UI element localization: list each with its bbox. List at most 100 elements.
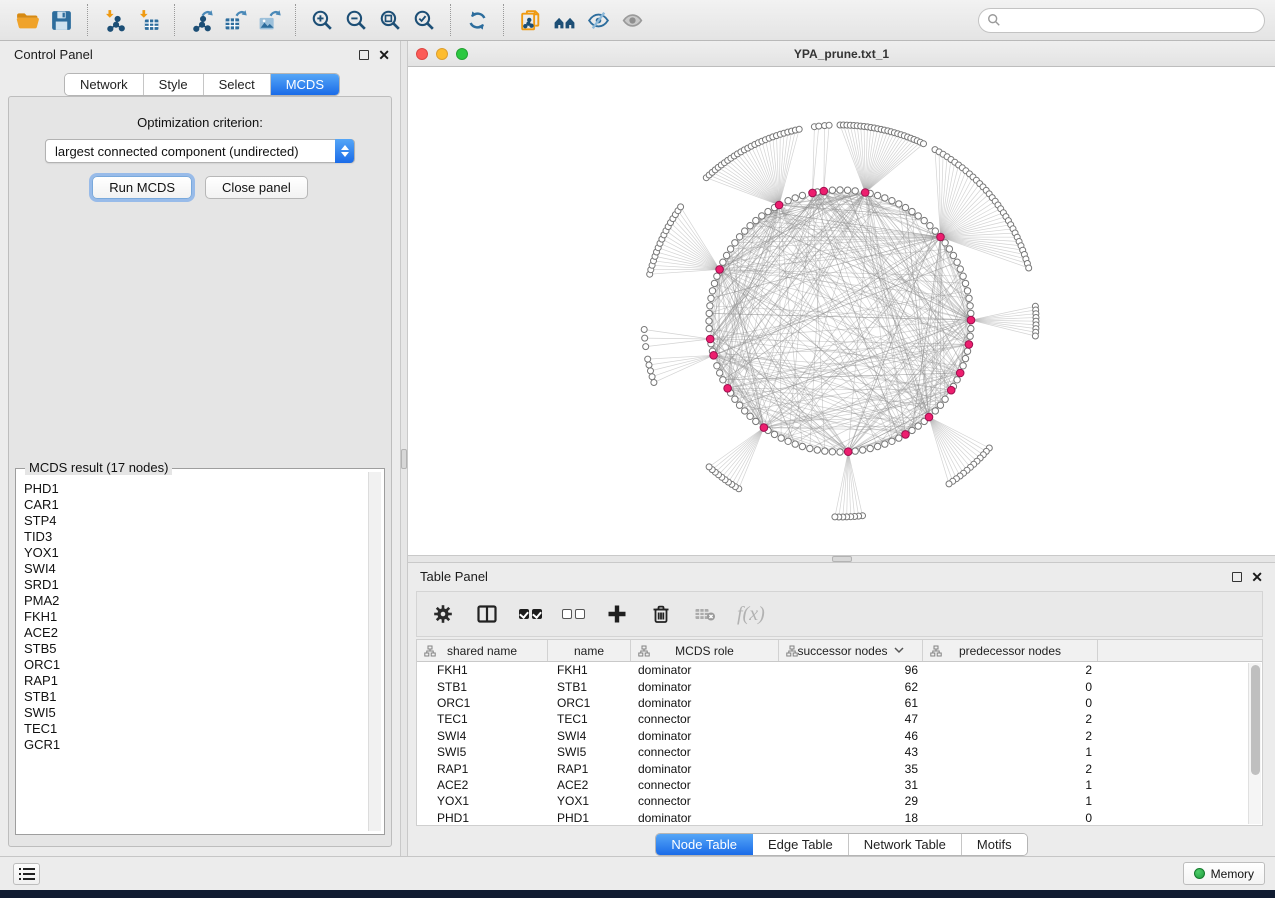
export-table-button[interactable] — [218, 3, 252, 37]
table-row[interactable]: SWI4SWI4dominator462 — [417, 728, 1262, 744]
run-mcds-button[interactable]: Run MCDS — [92, 176, 192, 199]
table-row[interactable]: STB1STB1dominator620 — [417, 678, 1262, 694]
tab-select[interactable]: Select — [204, 74, 271, 95]
add-column-button[interactable] — [605, 602, 629, 626]
select-all-columns-button[interactable] — [519, 609, 542, 619]
unselect-all-columns-button[interactable] — [562, 609, 585, 619]
column-header-predecessor-nodes[interactable]: predecessor nodes — [923, 640, 1098, 661]
open-file-button[interactable] — [10, 3, 44, 37]
mcds-result-item[interactable]: SWI4 — [24, 561, 368, 577]
split-pane-button[interactable] — [475, 602, 499, 626]
mcds-result-item[interactable]: STP4 — [24, 513, 368, 529]
network-window-titlebar: YPA_prune.txt_1 — [408, 41, 1275, 67]
checked-checkbox-icon — [532, 609, 542, 619]
table-scrollbar[interactable] — [1248, 663, 1261, 824]
table-row[interactable]: YOX1YOX1connector291 — [417, 793, 1262, 809]
close-panel-icon[interactable]: ✕ — [1251, 572, 1263, 582]
import-table-button[interactable] — [131, 3, 165, 37]
import-network-button[interactable] — [97, 3, 131, 37]
table-row[interactable]: ACE2ACE2connector311 — [417, 777, 1262, 793]
splitter-handle[interactable] — [401, 449, 407, 469]
mcds-result-item[interactable]: RAP1 — [24, 673, 368, 689]
float-panel-icon[interactable] — [1232, 572, 1242, 582]
table-cell: YOX1 — [548, 794, 631, 808]
zoom-out-button[interactable] — [339, 3, 373, 37]
tab-motifs[interactable]: Motifs — [962, 834, 1027, 855]
zoom-fit-icon — [378, 8, 403, 33]
mcds-result-item[interactable]: TID3 — [24, 529, 368, 545]
tab-node-table[interactable]: Node Table — [656, 834, 753, 855]
mcds-result-item[interactable]: YOX1 — [24, 545, 368, 561]
mcds-result-item[interactable]: ORC1 — [24, 657, 368, 673]
clone-network-button[interactable] — [513, 3, 547, 37]
mcds-result-item[interactable]: STB1 — [24, 689, 368, 705]
show-all-button[interactable] — [615, 3, 649, 37]
zoom-in-button[interactable] — [305, 3, 339, 37]
zoom-fit-button[interactable] — [373, 3, 407, 37]
export-network-button[interactable] — [184, 3, 218, 37]
close-panel-button[interactable]: Close panel — [205, 176, 308, 199]
mcds-tab-content: Optimization criterion: largest connecte… — [8, 96, 392, 847]
mcds-result-item[interactable]: PMA2 — [24, 593, 368, 609]
float-panel-icon[interactable] — [359, 50, 369, 60]
hide-selected-button[interactable] — [581, 3, 615, 37]
mcds-result-item[interactable]: PHD1 — [24, 481, 368, 497]
mcds-result-item[interactable]: CAR1 — [24, 497, 368, 513]
mcds-result-item[interactable]: STB5 — [24, 641, 368, 657]
refresh-button[interactable] — [460, 3, 494, 37]
close-panel-icon[interactable]: ✕ — [378, 50, 390, 60]
mcds-result-item[interactable]: FKH1 — [24, 609, 368, 625]
splitter-handle[interactable] — [832, 556, 852, 562]
node-table: shared name name MCDS role successor nod… — [416, 639, 1263, 826]
delete-table-icon — [693, 602, 717, 626]
table-cell: 18 — [779, 811, 923, 825]
close-window-button[interactable] — [416, 48, 428, 60]
export-image-button[interactable] — [252, 3, 286, 37]
mcds-result-item[interactable]: SRD1 — [24, 577, 368, 593]
memory-button[interactable]: Memory — [1183, 862, 1265, 885]
open-folder-icon — [15, 8, 40, 33]
table-row[interactable]: FKH1FKH1dominator962 — [417, 662, 1262, 678]
mcds-result-item[interactable]: SWI5 — [24, 705, 368, 721]
table-cell: 0 — [923, 680, 1098, 694]
table-cell: 2 — [923, 712, 1098, 726]
maximize-window-button[interactable] — [456, 48, 468, 60]
zoom-selected-button[interactable] — [407, 3, 441, 37]
search-documents-button[interactable] — [547, 3, 581, 37]
network-view-canvas[interactable] — [408, 67, 1275, 555]
mcds-result-item[interactable]: GCR1 — [24, 737, 368, 753]
control-panel-tabs: Network Style Select MCDS — [4, 73, 400, 96]
table-row[interactable]: TEC1TEC1connector472 — [417, 711, 1262, 727]
tab-edge-table[interactable]: Edge Table — [753, 834, 849, 855]
table-cell: RAP1 — [417, 762, 548, 776]
table-settings-button[interactable] — [431, 602, 455, 626]
unchecked-checkbox-icon — [575, 609, 585, 619]
search-input[interactable] — [978, 8, 1265, 33]
horizontal-splitter[interactable] — [408, 555, 1275, 563]
delete-columns-button[interactable] — [649, 602, 673, 626]
column-header-mcds-role[interactable]: MCDS role — [631, 640, 779, 661]
table-cell: TEC1 — [548, 712, 631, 726]
vertical-splitter[interactable] — [400, 41, 408, 856]
tab-network[interactable]: Network — [65, 74, 144, 95]
table-row[interactable]: PHD1PHD1dominator180 — [417, 810, 1262, 826]
column-header-successor-nodes[interactable]: successor nodes — [779, 640, 923, 661]
column-header-shared-name[interactable]: shared name — [417, 640, 548, 661]
tab-style[interactable]: Style — [144, 74, 204, 95]
table-row[interactable]: RAP1RAP1dominator352 — [417, 760, 1262, 776]
minimize-window-button[interactable] — [436, 48, 448, 60]
mcds-list-scrollbar[interactable] — [368, 472, 381, 831]
column-header-filler — [1098, 640, 1262, 661]
tab-mcds[interactable]: MCDS — [271, 74, 339, 95]
table-row[interactable]: ORC1ORC1dominator610 — [417, 695, 1262, 711]
optimization-criterion-select[interactable]: largest connected component (undirected) — [45, 139, 355, 163]
attribute-icon — [930, 645, 942, 657]
column-header-name[interactable]: name — [548, 640, 631, 661]
mcds-result-item[interactable]: TEC1 — [24, 721, 368, 737]
task-history-button[interactable] — [13, 863, 40, 885]
save-session-button[interactable] — [44, 3, 78, 37]
scrollbar-thumb[interactable] — [1251, 665, 1260, 775]
table-row[interactable]: SWI5SWI5connector431 — [417, 744, 1262, 760]
tab-network-table[interactable]: Network Table — [849, 834, 962, 855]
mcds-result-item[interactable]: ACE2 — [24, 625, 368, 641]
